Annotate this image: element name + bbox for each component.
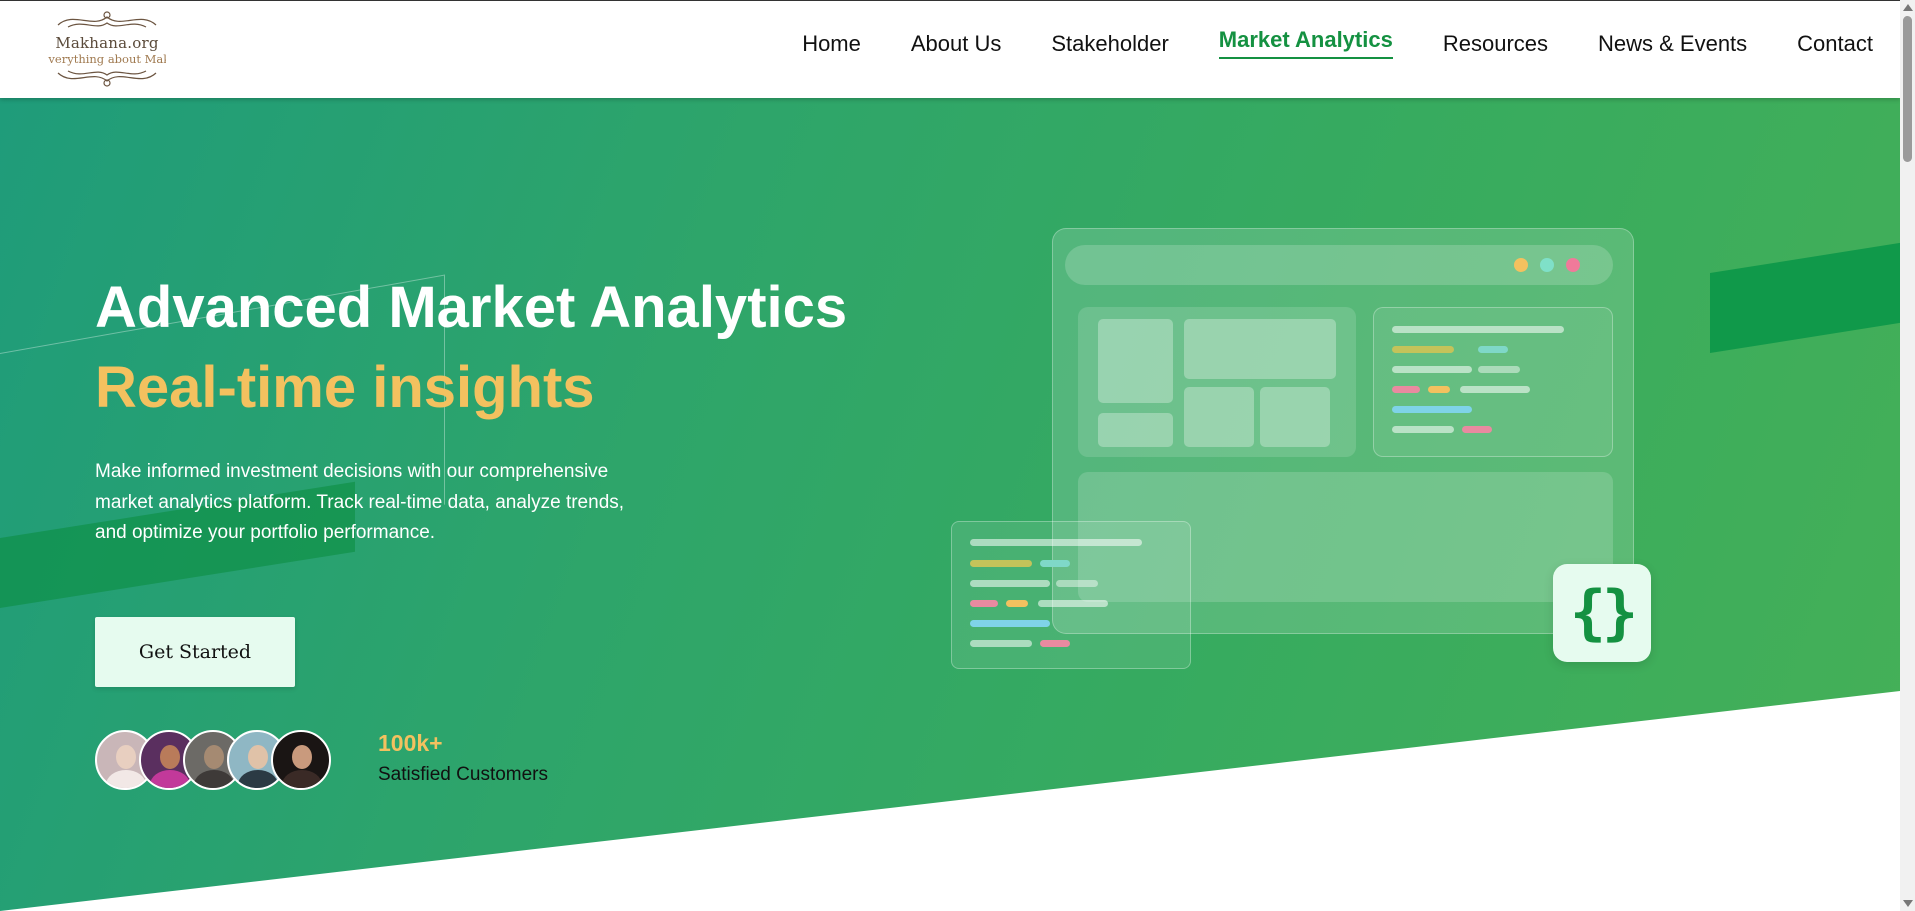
curly-braces-icon: {}: [1553, 564, 1651, 662]
avatar: [271, 730, 331, 790]
nav-market-analytics[interactable]: Market Analytics: [1218, 27, 1393, 59]
illustration-code-card: [951, 521, 1191, 669]
nav-resources[interactable]: Resources: [1443, 31, 1548, 63]
window-dot-icon: [1566, 258, 1580, 272]
logo-tagline: Everything about Makhana: [48, 52, 166, 66]
hero-description: Make informed investment decisions with …: [95, 461, 625, 543]
hero-title: Advanced Market Analytics: [95, 275, 848, 340]
window-dot-icon: [1514, 258, 1528, 272]
window-dot-icon: [1540, 258, 1554, 272]
hero-subtitle: Real-time insights: [95, 355, 595, 420]
scroll-up-arrow-icon[interactable]: [1903, 4, 1913, 11]
decorative-band: [1710, 241, 1900, 353]
nav-about-us[interactable]: About Us: [911, 31, 1002, 63]
customer-avatars: [95, 730, 331, 790]
nav-news-events[interactable]: News & Events: [1598, 31, 1747, 63]
hero-section: Advanced Market Analytics Real-time insi…: [0, 98, 1900, 911]
nav-home[interactable]: Home: [802, 31, 861, 63]
get-started-button[interactable]: Get Started: [95, 617, 295, 687]
logo-title: Makhana.org: [55, 34, 159, 52]
illustration-tiles-panel: [1078, 307, 1356, 457]
stats-number: 100k+: [378, 730, 443, 756]
stats-label: Satisfied Customers: [378, 764, 549, 785]
scroll-thumb[interactable]: [1903, 16, 1912, 162]
site-logo[interactable]: Makhana.org Everything about Makhana: [48, 7, 166, 91]
nav-contact[interactable]: Contact: [1797, 31, 1873, 63]
site-header: Makhana.org Everything about Makhana Hom…: [0, 0, 1900, 98]
window-titlebar: [1065, 245, 1613, 285]
main-nav: Home About Us Stakeholder Market Analyti…: [752, 27, 1873, 63]
illustration-code-panel: [1373, 307, 1613, 457]
scroll-down-arrow-icon[interactable]: [1903, 900, 1913, 907]
brace-glyph: {}: [1569, 578, 1638, 648]
nav-stakeholder[interactable]: Stakeholder: [1051, 31, 1168, 63]
page-scrollbar[interactable]: [1900, 0, 1915, 911]
